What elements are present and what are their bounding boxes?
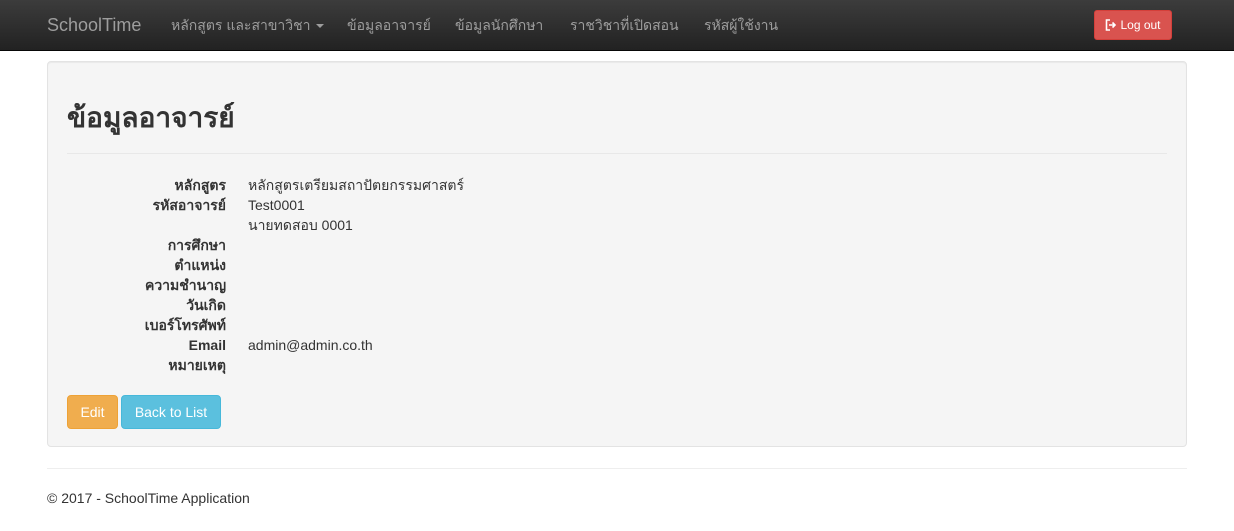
detail-label: เบอร์โทรศัพท์ [144,317,226,333]
detail-row-phone: เบอร์โทรศัพท์ [48,315,1186,335]
footer-divider [47,468,1187,469]
back-to-list-button[interactable]: Back to List [121,395,221,429]
title-divider [67,153,1167,154]
detail-label: ตำแหน่ง [174,257,226,273]
detail-row-birthdate: วันเกิด [48,295,1186,315]
logout-icon [1105,13,1117,41]
detail-label: Email [188,337,226,353]
detail-value: นายทดสอบ 0001 [248,217,353,233]
detail-label: หลักสูตร [174,177,226,193]
nav-item-students[interactable]: ข้อมูลนักศึกษา [455,0,543,50]
detail-row-education: การศึกษา [48,235,1186,255]
detail-label: การศึกษา [167,237,226,253]
details-panel: ข้อมูลอาจารย์ หลักสูตร หลักสูตรเตรียมสถา… [47,61,1187,447]
details-list: หลักสูตร หลักสูตรเตรียมสถาปัตยกรรมศาสตร์… [48,175,1186,375]
detail-row-position: ตำแหน่ง [48,255,1186,275]
detail-value: Test0001 [248,197,305,213]
brand-link[interactable]: SchoolTime [47,0,141,50]
footer-text: © 2017 - SchoolTime Application [47,490,250,506]
caret-down-icon [315,24,324,29]
detail-row-remark: หมายเหตุ [48,355,1186,375]
detail-row-curriculum: หลักสูตร หลักสูตรเตรียมสถาปัตยกรรมศาสตร์ [48,175,1186,195]
detail-row-teacher-id: รหัสอาจารย์ Test0001 [48,195,1186,215]
detail-row-name: นายทดสอบ 0001 [48,215,1186,235]
navbar: SchoolTime หลักสูตร และสาขาวิชา ข้อมูลอา… [0,0,1234,51]
detail-label: หมายเหตุ [168,357,226,373]
nav-item-courses[interactable]: ราชวิชาที่เปิดสอน [570,0,679,50]
detail-row-expertise: ความชำนาญ [48,275,1186,295]
edit-button[interactable]: Edit [67,395,118,429]
logout-button[interactable]: Log out [1094,10,1172,40]
logout-label: Log out [1120,18,1161,32]
nav-item-teachers[interactable]: ข้อมูลอาจารย์ [347,0,431,50]
detail-value: หลักสูตรเตรียมสถาปัตยกรรมศาสตร์ [248,177,464,193]
nav-item-curriculum[interactable]: หลักสูตร และสาขาวิชา [171,0,324,50]
detail-row-email: Email admin@admin.co.th [48,335,1186,355]
nav-item-curriculum-label: หลักสูตร และสาขาวิชา [171,17,311,33]
detail-value: admin@admin.co.th [248,337,373,353]
detail-label: ความชำนาญ [144,277,226,293]
nav-item-users[interactable]: รหัสผู้ใช้งาน [704,0,778,50]
detail-label: รหัสอาจารย์ [152,197,226,213]
detail-label: วันเกิด [186,297,226,313]
page-title: ข้อมูลอาจารย์ [67,102,235,133]
